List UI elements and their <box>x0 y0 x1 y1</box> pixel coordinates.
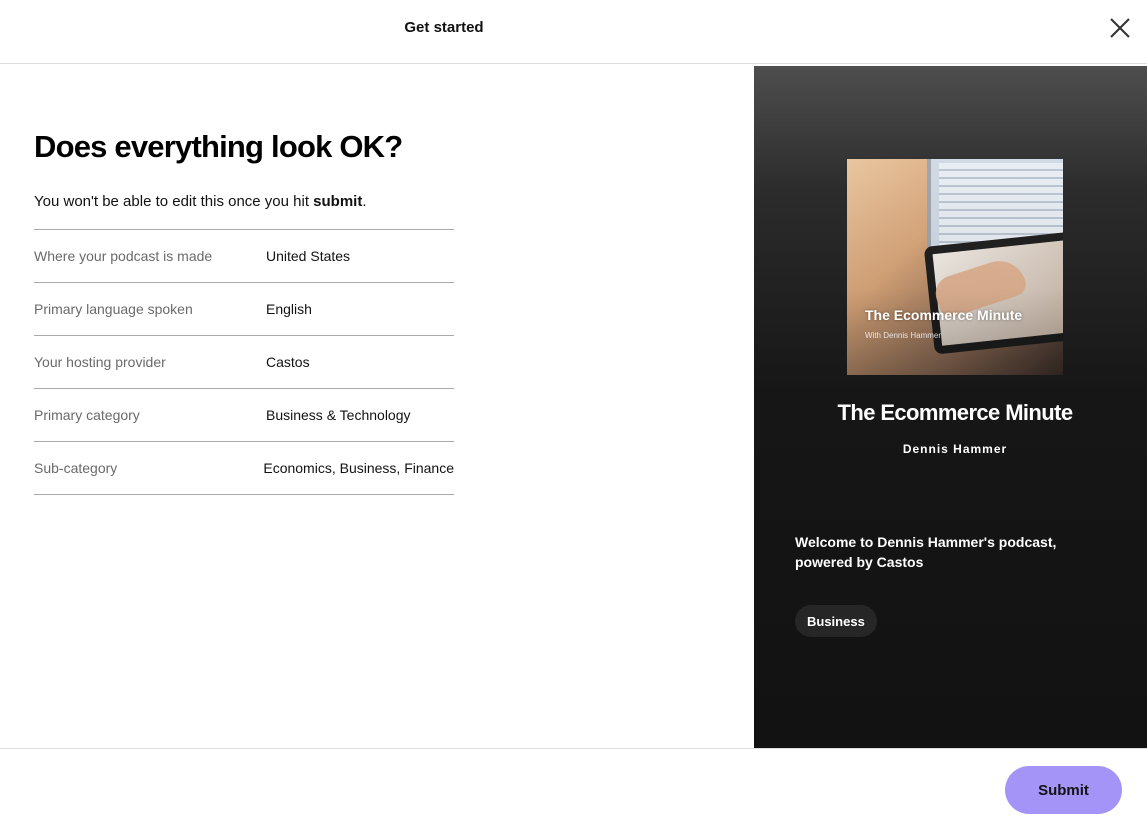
podcast-cover-art: The Ecommerce Minute With Dennis Hammer <box>847 159 1063 375</box>
close-button[interactable] <box>1107 15 1133 41</box>
cover-subtitle: With Dennis Hammer <box>865 331 942 340</box>
footer-bar: Submit <box>0 748 1147 818</box>
detail-value: Castos <box>266 354 310 370</box>
detail-value: United States <box>266 248 351 264</box>
review-panel: Does everything look OK? You won't be ab… <box>0 65 754 748</box>
detail-value: Business & Technology <box>266 407 411 423</box>
detail-label: Primary language spoken <box>34 301 193 317</box>
subtext-bold: submit <box>313 193 363 210</box>
page-title: Get started <box>404 19 484 36</box>
detail-value: Economics, Business, Finance <box>263 460 454 476</box>
close-icon <box>1110 18 1130 38</box>
cover-title: The Ecommerce Minute <box>865 307 1023 323</box>
subtext-suffix: . <box>362 193 367 210</box>
detail-value: English <box>266 301 312 317</box>
podcast-title: The Ecommerce Minute <box>837 400 1074 425</box>
detail-row-hosting: Your hosting provider Castos <box>34 336 454 389</box>
review-subtext: You won't be able to edit this once you … <box>34 193 367 210</box>
detail-row-subcategory: Sub-category Economics, Business, Financ… <box>34 442 454 495</box>
review-heading: Does everything look OK? <box>34 129 403 164</box>
podcast-preview: The Ecommerce Minute With Dennis Hammer … <box>754 66 1147 748</box>
submit-button[interactable]: Submit <box>1005 766 1122 814</box>
podcast-author: Dennis Hammer <box>902 442 1008 456</box>
detail-row-country: Where your podcast is made United States <box>34 230 454 283</box>
details-list: Where your podcast is made United States… <box>34 229 454 495</box>
detail-label: Primary category <box>34 407 140 423</box>
detail-row-language: Primary language spoken English <box>34 283 454 336</box>
subtext-prefix: You won't be able to edit this once you … <box>34 193 314 210</box>
cover-shade <box>847 159 1063 375</box>
detail-label: Sub-category <box>34 460 118 476</box>
category-chip: Business <box>795 605 877 637</box>
detail-label: Your hosting provider <box>34 354 166 370</box>
detail-row-category: Primary category Business & Technology <box>34 389 454 442</box>
top-bar: Get started <box>0 0 1147 64</box>
detail-label: Where your podcast is made <box>34 248 213 264</box>
podcast-description: Welcome to Dennis Hammer's podcast, powe… <box>795 534 1057 570</box>
